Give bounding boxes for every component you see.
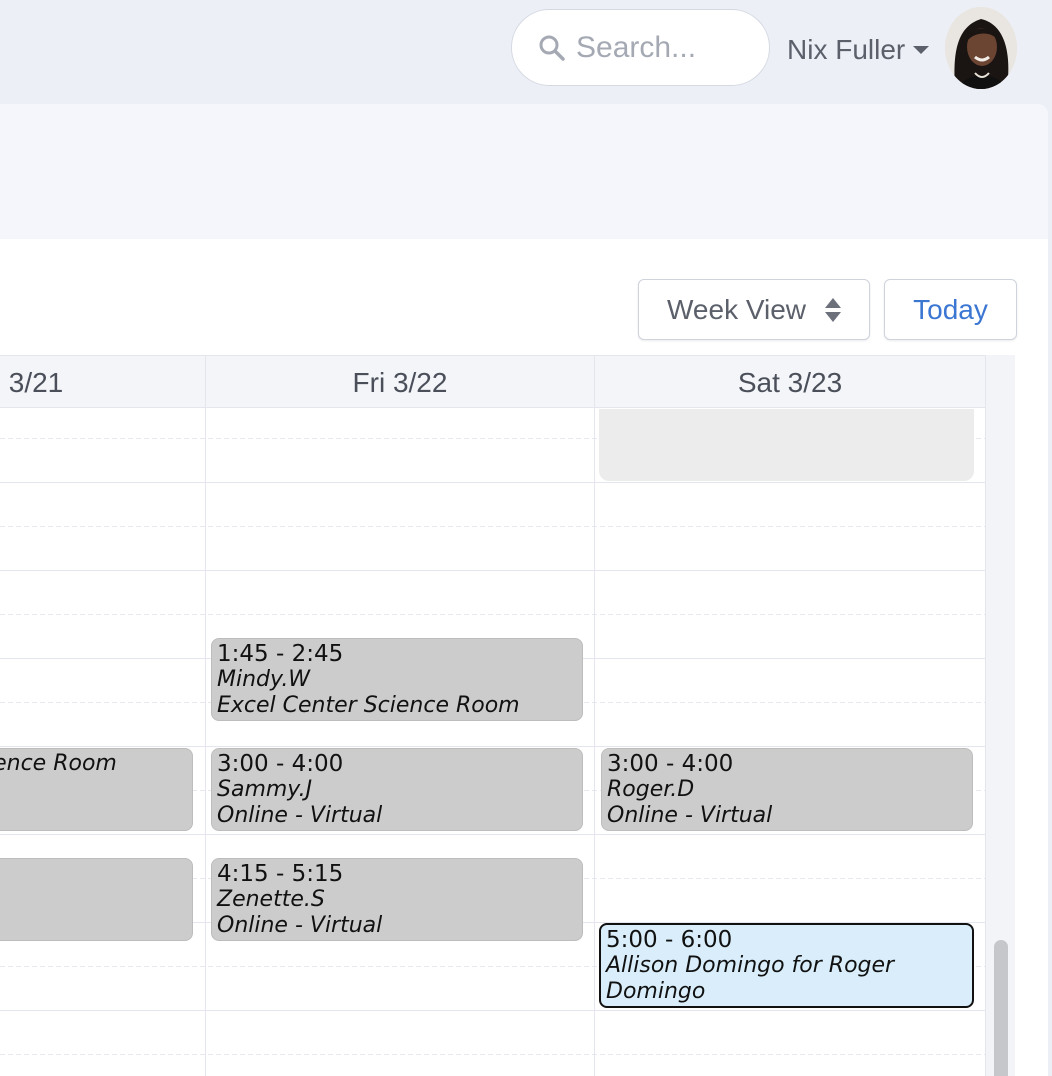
today-button-label: Today: [913, 293, 988, 325]
event-person: Zenette.S: [217, 887, 325, 912]
calendar-header-row: 3/21 Fri 3/22 Sat 3/23: [0, 355, 985, 409]
today-button[interactable]: Today: [884, 279, 1017, 340]
event-location: Online - Virtual: [217, 913, 383, 938]
user-name: Nix Fuller: [787, 34, 906, 65]
grid-line: [0, 834, 985, 835]
event-time: 5:00 - 6:00: [606, 927, 733, 953]
event-time: 4:15 - 5:15: [217, 861, 344, 887]
day-header-fri: Fri 3/22: [205, 356, 594, 409]
event-card[interactable]: 3:00 - 4:00 Sammy.J Online - Virtual: [211, 748, 583, 831]
calendar-scrollbar[interactable]: [985, 355, 1015, 1076]
column-divider: [594, 355, 595, 1076]
grid-line: [0, 482, 985, 483]
event-card[interactable]: 1:45 - 2:45 Mindy.W Excel Center Science…: [211, 638, 583, 721]
select-updown-icon: [825, 298, 841, 322]
grid-line: [0, 746, 985, 747]
event-location: ience Room: [0, 751, 117, 776]
avatar[interactable]: [945, 7, 1017, 89]
grid-line: [0, 526, 985, 527]
event-time: 1:45 - 2:45: [217, 641, 344, 667]
day-header-sat: Sat 3/23: [594, 356, 985, 409]
event-card[interactable]: ience Room: [0, 748, 193, 831]
event-card[interactable]: 3:00 - 4:00 Roger.D Online - Virtual: [601, 748, 973, 831]
subheader-panel: [0, 104, 1048, 239]
event-person: Mindy.W: [217, 667, 311, 692]
event-card[interactable]: [0, 858, 193, 941]
day-header-thu: 3/21: [8, 366, 64, 398]
user-menu[interactable]: Nix Fuller: [787, 30, 930, 70]
event-person: Roger.D: [607, 777, 695, 802]
grid-line: [0, 570, 985, 571]
event-location: Excel Center Science Room: [217, 693, 520, 718]
week-calendar: 3/21 Fri 3/22 Sat 3/23 1:45 - 2:45 Mindy…: [0, 355, 1015, 1076]
grid-line: [0, 1054, 985, 1055]
scrollbar-thumb[interactable]: [994, 940, 1008, 1076]
event-location: Online - Virtual: [217, 803, 383, 828]
grid-line: [0, 614, 985, 615]
event-time: 3:00 - 4:00: [217, 751, 344, 777]
event-card[interactable]: 4:15 - 5:15 Zenette.S Online - Virtual: [211, 858, 583, 941]
search-box[interactable]: [511, 9, 770, 86]
search-icon: [539, 35, 565, 61]
grid-line: [0, 1010, 985, 1011]
blocked-time-slot: [599, 409, 974, 481]
search-input[interactable]: [576, 30, 746, 65]
event-time: 3:00 - 4:00: [607, 751, 734, 777]
event-card-selected[interactable]: 5:00 - 6:00 Allison Domingo for Roger Do…: [599, 923, 974, 1008]
event-person: Sammy.J: [217, 777, 313, 802]
view-select-label: Week View: [667, 293, 807, 325]
caret-down-icon: [913, 46, 930, 54]
column-divider: [205, 355, 206, 1076]
event-person: Allison Domingo for Roger Domingo: [606, 953, 895, 1004]
event-location: Online - Virtual: [607, 803, 773, 828]
view-select[interactable]: Week View: [638, 279, 870, 340]
